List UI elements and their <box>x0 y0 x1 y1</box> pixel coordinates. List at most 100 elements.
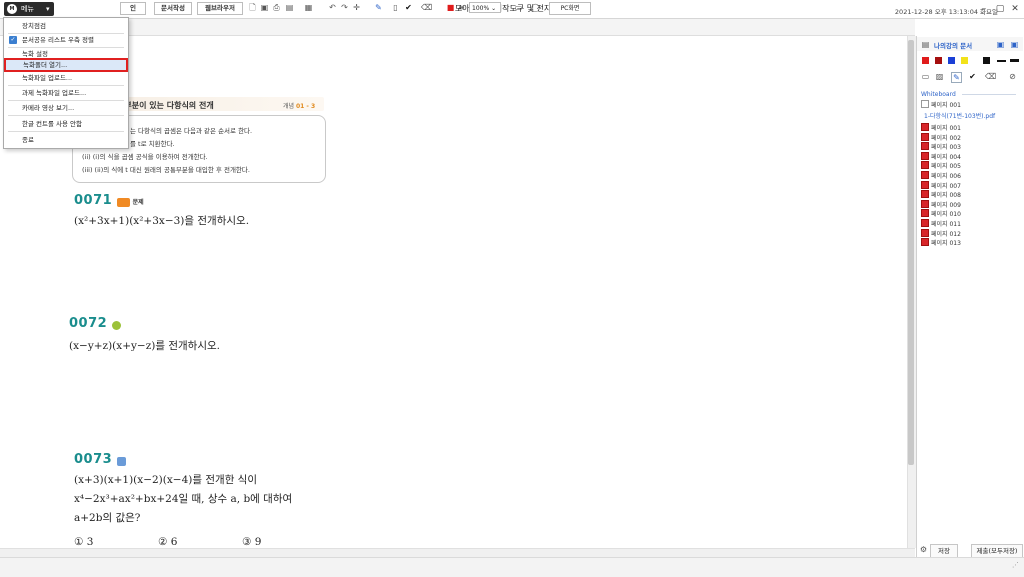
move-icon[interactable]: ✛ <box>352 3 361 12</box>
panel-list-icon[interactable]: ▤ <box>921 40 930 49</box>
problem-0073-line: (x+3)(x+1)(x−2)(x−4)를 전개한 식이 <box>74 474 258 486</box>
submit-all-button[interactable]: 제출(모두저장) <box>971 544 1023 558</box>
pdf-file-item[interactable]: 1-다항식(71번-103번).pdf <box>924 112 995 121</box>
pdf-icon <box>921 180 929 189</box>
image-icon[interactable]: ▨ <box>935 72 944 81</box>
print-icon[interactable]: ⎙ <box>272 3 281 12</box>
main-menu-button[interactable]: M 메뉴 ▾ <box>4 2 54 16</box>
problem-badge-label: 문제 <box>132 199 144 206</box>
problem-0071-text: (x²+3x+1)(x²+3x−3)을 전개하시오. <box>74 215 250 227</box>
menu-item-camera-view[interactable]: 카메라 영상 보기... <box>5 102 127 114</box>
menu-item-upload-record[interactable]: 녹화파일 업로드... <box>5 72 127 84</box>
choice-3: ③ 9 <box>242 536 262 548</box>
horizontal-scrollbar[interactable] <box>0 548 915 557</box>
toolbar <box>0 19 915 36</box>
app-logo-icon: M <box>7 4 17 14</box>
pdf-page-item[interactable]: 페이지 005 <box>921 161 961 170</box>
undo-icon[interactable]: ↶ <box>328 3 337 12</box>
menu-separator <box>8 85 124 86</box>
pdf-page-item[interactable]: 페이지 003 <box>921 142 961 151</box>
pdf-page-item[interactable]: 페이지 012 <box>921 228 961 238</box>
line-width-icon[interactable]: ≡ <box>457 3 466 12</box>
pdf-icon <box>921 190 929 199</box>
toolbar-partial-button[interactable]: 인 <box>120 2 146 15</box>
pen-icon[interactable]: ✎ <box>951 72 962 83</box>
menu-item-exit[interactable]: 종료 <box>5 134 127 146</box>
panel-layout-icon[interactable]: ▣ <box>1010 40 1019 49</box>
pc-screen-button[interactable]: PC화면 <box>549 2 591 15</box>
pdf-page-item[interactable]: 페이지 002 <box>921 132 961 142</box>
pdf-page-item[interactable]: 페이지 001 <box>921 123 961 132</box>
capture-icon[interactable]: ▤ <box>285 3 294 12</box>
pdf-icon <box>921 199 929 208</box>
pen-icon[interactable]: ✎ <box>374 3 383 12</box>
clear-icon[interactable]: ⊘ <box>1008 72 1017 81</box>
redo-icon[interactable]: ↷ <box>340 3 349 12</box>
zoom-value: 100% <box>472 5 490 12</box>
check-icon[interactable]: ✔ <box>968 72 977 81</box>
problem-0072-text: (x−y+z)(x+y−z)를 전개하시오. <box>69 340 220 352</box>
pdf-icon <box>921 151 929 160</box>
menu-item-upload-assignment[interactable]: 과제 녹화파일 업로드... <box>5 87 127 99</box>
difficulty-badge-icon <box>117 456 127 466</box>
checkmark-icon: ✓ <box>9 36 17 44</box>
save-button[interactable]: 저장 <box>930 544 958 558</box>
problem-number: 0071 <box>74 193 113 208</box>
pdf-page-item[interactable]: 페이지 013 <box>921 238 961 247</box>
check-icon[interactable]: ✔ <box>404 3 413 12</box>
line-thick-icon[interactable] <box>1010 59 1019 62</box>
save-icon[interactable]: ▣ <box>260 3 269 12</box>
problem-number: 0072 <box>69 316 108 331</box>
menu-item-open-record-folder[interactable]: 녹화폴더 열기... <box>4 58 128 72</box>
pdf-page-item[interactable]: 페이지 007 <box>921 180 961 190</box>
panel-settings-icon[interactable]: ⚙ <box>919 545 928 554</box>
pdf-page-item[interactable]: 페이지 011 <box>921 219 961 228</box>
text-box-icon[interactable]: ▯ <box>391 3 400 12</box>
color-picker-icon[interactable]: ■ <box>446 3 455 12</box>
problem-0071-header: 0071 문제 <box>74 193 144 208</box>
pdf-page-item[interactable]: 페이지 010 <box>921 209 961 218</box>
grid-icon[interactable]: ▦ <box>304 3 313 12</box>
line-thin-icon[interactable] <box>997 60 1006 62</box>
color-blue-swatch[interactable] <box>948 57 955 64</box>
new-document-icon[interactable]: 🗋 <box>248 3 257 12</box>
panel-title: 나의강의 문서 <box>934 42 973 50</box>
whiteboard-section[interactable]: Whiteboard <box>921 90 956 99</box>
doc-write-button[interactable]: 문서작성 <box>154 2 192 15</box>
color-darkred-swatch[interactable] <box>935 57 942 64</box>
color-black-swatch[interactable] <box>983 57 990 64</box>
menu-item-device-check[interactable]: 장치점검 <box>5 20 127 32</box>
folder-icon[interactable]: ▭ <box>921 72 930 81</box>
menu-item-hangul-control[interactable]: 한글 컨트롤 사용 안함 <box>5 118 127 130</box>
pdf-page-item[interactable]: 페이지 004 <box>921 151 961 161</box>
menu-separator <box>8 115 124 116</box>
vertical-scroll-thumb[interactable] <box>908 40 914 465</box>
eraser-icon[interactable]: ⌫ <box>421 3 432 12</box>
menu-separator <box>8 100 124 101</box>
choice-2: ② 6 <box>158 536 178 548</box>
menu-item-align-right[interactable]: ✓ 문서공유 리스트 우측 정렬 <box>5 34 127 46</box>
concept-line: 를 t로 치환한다. <box>130 140 175 148</box>
zoom-select[interactable]: 100% ⌄ <box>469 2 501 13</box>
problem-badge-icon <box>117 197 131 207</box>
refresh-icon[interactable]: ◯ <box>531 3 540 12</box>
pdf-icon <box>921 171 929 179</box>
resize-grip-icon[interactable]: ⋰ <box>1012 561 1020 569</box>
problem-0073-line: a+2b의 값은? <box>74 512 141 524</box>
eraser-icon[interactable]: ⌫ <box>985 72 996 81</box>
web-browser-button[interactable]: 웹브라우저 <box>197 2 243 15</box>
monitor-icon[interactable]: ▭ <box>514 3 523 12</box>
close-icon[interactable]: ✕ <box>1009 3 1021 15</box>
pdf-page-item[interactable]: 페이지 006 <box>921 171 961 180</box>
choice-1: ① 3 <box>74 536 94 548</box>
pdf-page-item[interactable]: 페이지 008 <box>921 190 961 199</box>
color-red-swatch[interactable] <box>922 57 929 64</box>
pdf-icon <box>921 228 929 237</box>
panel-view-icon[interactable]: ▣ <box>996 40 1005 49</box>
pdf-icon <box>921 132 929 141</box>
pdf-page-item[interactable]: 페이지 009 <box>921 199 961 209</box>
whiteboard-page[interactable]: 페이지 001 <box>921 100 961 109</box>
color-yellow-swatch[interactable] <box>961 57 968 64</box>
concept-line: (ii) (i)의 식을 곱셈 공식을 이용하여 전개한다. <box>82 153 208 161</box>
menu-button-label: 메뉴 <box>21 5 34 13</box>
